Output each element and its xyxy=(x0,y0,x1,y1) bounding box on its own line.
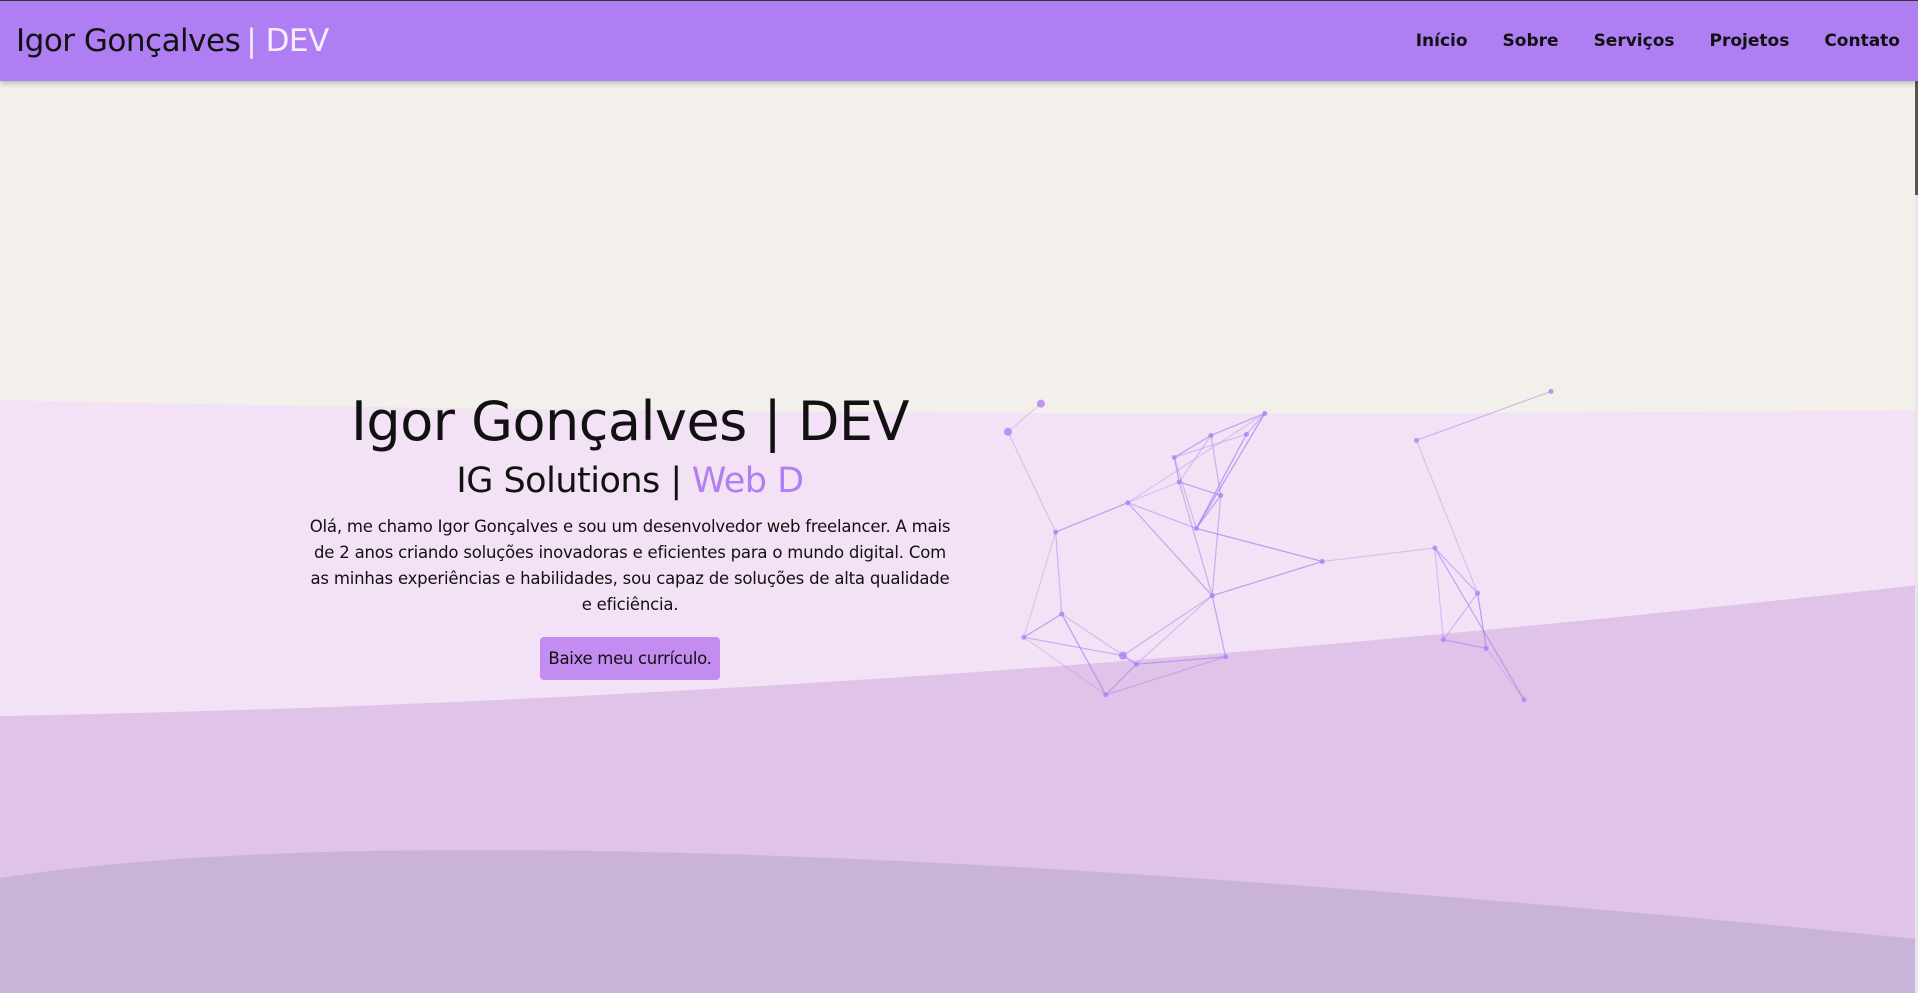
network-node xyxy=(1262,410,1268,416)
network-node xyxy=(1319,558,1325,564)
hero-title: Igor Gonçalves | DEV xyxy=(351,390,909,453)
network-link xyxy=(1210,412,1266,437)
nav-link-contato[interactable]: Contato xyxy=(1824,31,1900,51)
network-node xyxy=(1475,590,1481,596)
network-link xyxy=(1211,595,1227,657)
network-link xyxy=(1442,592,1479,641)
nav-links: Início Sobre Serviços Projetos Contato xyxy=(1416,31,1900,51)
network-link xyxy=(1212,560,1323,597)
nav-link-projetos[interactable]: Projetos xyxy=(1710,31,1790,51)
network-link xyxy=(1105,656,1226,696)
network-node xyxy=(1125,500,1131,506)
network-node xyxy=(1413,437,1419,443)
network-node xyxy=(1021,634,1027,640)
network-node xyxy=(1176,479,1182,485)
network-link xyxy=(1434,547,1444,640)
nav-link-sobre[interactable]: Sobre xyxy=(1503,31,1559,51)
network-link xyxy=(1178,481,1213,596)
navbar: Igor Gonçalves | DEV Início Sobre Serviço… xyxy=(0,0,1918,81)
network-node xyxy=(1243,431,1249,437)
network-link xyxy=(1178,435,1212,483)
network-link xyxy=(1173,457,1197,529)
network-link xyxy=(1434,547,1525,700)
network-link xyxy=(1023,636,1107,696)
subtitle-prefix: IG Solutions | xyxy=(456,461,682,501)
network-node xyxy=(1171,454,1177,460)
nav-link-servicos[interactable]: Serviços xyxy=(1594,31,1675,51)
subtitle-typed-text: Web D xyxy=(691,461,804,501)
network-node xyxy=(1208,432,1214,438)
network-link xyxy=(1485,647,1525,701)
network-node xyxy=(1036,399,1045,408)
network-link xyxy=(1173,434,1212,458)
network-node xyxy=(1118,651,1127,660)
network-node xyxy=(1059,611,1065,617)
network-node xyxy=(1103,692,1109,698)
network-node xyxy=(1003,427,1012,436)
network-node xyxy=(1521,697,1527,703)
network-link xyxy=(1434,547,1479,594)
network-link xyxy=(1023,531,1057,638)
network-link xyxy=(1061,613,1107,696)
network-link xyxy=(1135,595,1213,665)
network-link xyxy=(1122,595,1213,657)
network-link xyxy=(1211,495,1222,596)
network-link xyxy=(1195,495,1222,529)
network-link xyxy=(1416,390,1552,441)
network-node xyxy=(1218,492,1224,498)
network-node xyxy=(1193,525,1199,531)
hero-subtitle: IG Solutions | Web D xyxy=(300,458,960,504)
logo-name: Igor Gonçalves xyxy=(16,23,241,59)
network-link xyxy=(1007,403,1042,433)
network-link xyxy=(1477,593,1487,649)
network-node xyxy=(1133,661,1139,667)
hero-section: Igor Gonçalves | DEV IG Solutions | Web D… xyxy=(300,390,960,680)
network-node xyxy=(1432,545,1438,551)
logo-suffix: DEV xyxy=(265,23,330,59)
network-node xyxy=(1223,654,1229,660)
network-link xyxy=(1443,639,1487,649)
network-node xyxy=(1548,388,1554,394)
network-node xyxy=(1440,637,1446,643)
network-link xyxy=(1322,547,1435,563)
network-link xyxy=(1415,440,1479,594)
network-node xyxy=(1209,593,1215,599)
network-link xyxy=(1127,481,1180,504)
network-link xyxy=(1055,502,1129,533)
network-node xyxy=(1483,645,1489,651)
network-link xyxy=(1195,413,1266,529)
network-node xyxy=(1053,529,1059,535)
network-link xyxy=(1055,532,1063,615)
logo-separator: | xyxy=(246,23,257,59)
network-link xyxy=(1127,502,1213,597)
network-link xyxy=(1023,636,1124,657)
hero-description: Olá, me chamo Igor Gonçalves e sou um de… xyxy=(309,517,951,614)
nav-link-inicio[interactable]: Início xyxy=(1416,31,1468,51)
network-link xyxy=(1127,412,1266,504)
download-cv-button[interactable]: Baixe meu currículo. xyxy=(540,637,720,680)
logo[interactable]: Igor Gonçalves | DEV xyxy=(16,23,329,59)
network-link xyxy=(1007,431,1057,533)
